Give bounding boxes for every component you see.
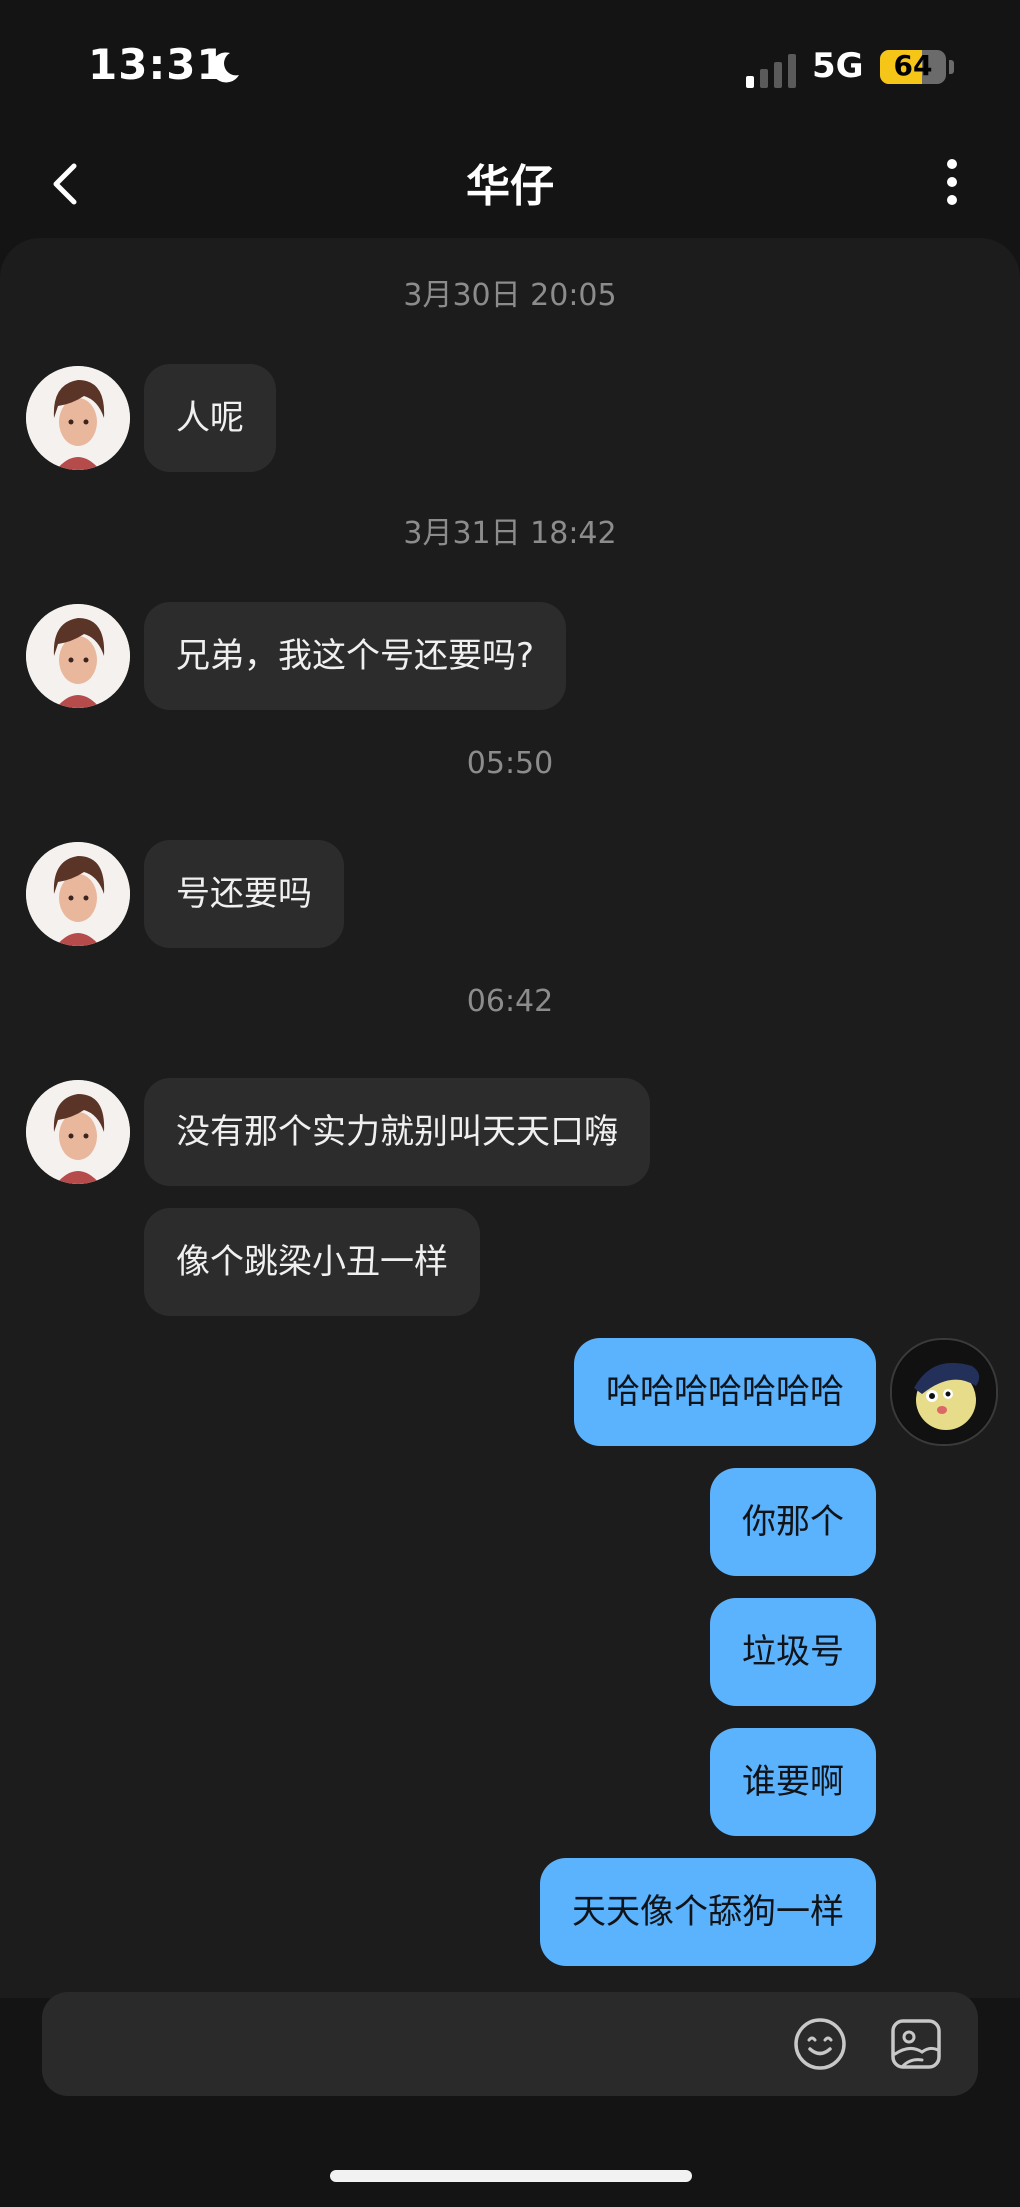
user-avatar[interactable]: [890, 1338, 998, 1446]
network-type: 5G: [812, 46, 864, 86]
battery-level: 64: [893, 50, 933, 82]
outgoing-message[interactable]: 天天像个舔狗一样: [540, 1858, 876, 1966]
avatar-image: [26, 1080, 130, 1184]
message-list[interactable]: 3月30日 20:05 3月31日 18:42 05:50 06:42 人呢 兄…: [0, 238, 1020, 1998]
signal-icon: [746, 54, 796, 88]
outgoing-message[interactable]: 你那个: [710, 1468, 876, 1576]
avatar-image: [26, 604, 130, 708]
contact-avatar[interactable]: [26, 604, 130, 708]
incoming-message[interactable]: 人呢: [144, 364, 276, 472]
avatar-image: [26, 842, 130, 946]
outgoing-message[interactable]: 垃圾号: [710, 1598, 876, 1706]
emoji-icon[interactable]: [792, 2016, 848, 2072]
outgoing-message[interactable]: 谁要啊: [710, 1728, 876, 1836]
battery-indicator: 64: [880, 50, 946, 84]
message-input[interactable]: [42, 1992, 978, 2096]
incoming-message[interactable]: 像个跳梁小丑一样: [144, 1208, 480, 1316]
battery-cap: [949, 60, 954, 74]
status-bar: 13:31 5G 64: [0, 0, 1020, 120]
status-time: 13:31: [88, 40, 227, 89]
chat-header: 华仔: [0, 120, 1020, 240]
more-options-button[interactable]: [930, 150, 974, 214]
timestamp: 06:42: [466, 984, 554, 1019]
avatar-image: [26, 366, 130, 470]
contact-avatar[interactable]: [26, 1080, 130, 1184]
outgoing-message[interactable]: 哈哈哈哈哈哈哈: [574, 1338, 876, 1446]
incoming-message[interactable]: 兄弟，我这个号还要吗?: [144, 602, 567, 710]
incoming-message[interactable]: 没有那个实力就别叫天天口嗨: [144, 1078, 650, 1186]
chat-title: 华仔: [466, 161, 554, 212]
contact-avatar[interactable]: [26, 842, 130, 946]
sticker-icon[interactable]: [888, 2016, 944, 2072]
timestamp: 3月31日 18:42: [403, 516, 617, 551]
moon-icon: [211, 52, 239, 83]
timestamp: 05:50: [466, 746, 554, 781]
incoming-message[interactable]: 号还要吗: [144, 840, 344, 948]
contact-avatar[interactable]: [26, 366, 130, 470]
timestamp: 3月30日 20:05: [403, 278, 617, 313]
home-indicator[interactable]: [330, 2170, 692, 2182]
avatar-image: [892, 1340, 996, 1444]
